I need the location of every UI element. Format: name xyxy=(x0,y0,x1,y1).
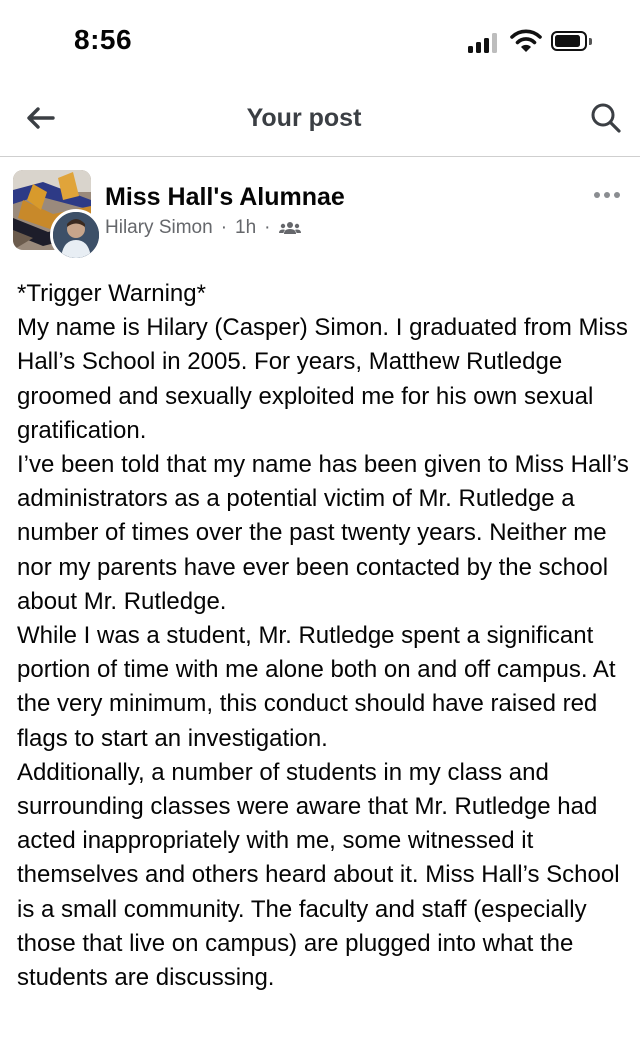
user-avatar[interactable] xyxy=(50,209,102,261)
post-meta: Hilary Simon · 1h · xyxy=(105,217,301,239)
post-header: Miss Hall's Alumnae Hilary Simon · 1h · xyxy=(0,157,640,262)
post-paragraph: Additionally, a number of students in my… xyxy=(17,758,620,992)
search-button[interactable] xyxy=(586,98,626,138)
status-time: 8:56 xyxy=(74,24,133,55)
author-name[interactable]: Hilary Simon xyxy=(105,217,213,239)
wifi-icon xyxy=(510,29,542,52)
navigation-bar: Your post xyxy=(0,86,640,157)
post-paragraph: I’ve been told that my name has been giv… xyxy=(17,451,629,615)
user-photo xyxy=(53,212,99,258)
post-paragraph: While I was a student, Mr. Rutledge spen… xyxy=(17,622,616,752)
post-time[interactable]: 1h xyxy=(235,217,256,239)
cellular-signal-icon xyxy=(468,33,500,53)
search-icon xyxy=(591,103,621,133)
page-title: Your post xyxy=(246,104,362,132)
more-options-button[interactable] xyxy=(594,187,628,203)
post-paragraph: *Trigger Warning* xyxy=(17,280,206,307)
separator-dot: · xyxy=(264,217,271,238)
battery-icon xyxy=(551,31,595,53)
group-members-icon xyxy=(278,222,301,234)
post-paragraph: My name is Hilary (Casper) Simon. I grad… xyxy=(17,314,628,444)
group-name[interactable]: Miss Hall's Alumnae xyxy=(105,183,345,212)
post-text: *Trigger Warning* My name is Hilary (Cas… xyxy=(17,277,629,995)
status-bar: 8:56 xyxy=(0,0,640,86)
separator-dot: · xyxy=(220,217,228,238)
